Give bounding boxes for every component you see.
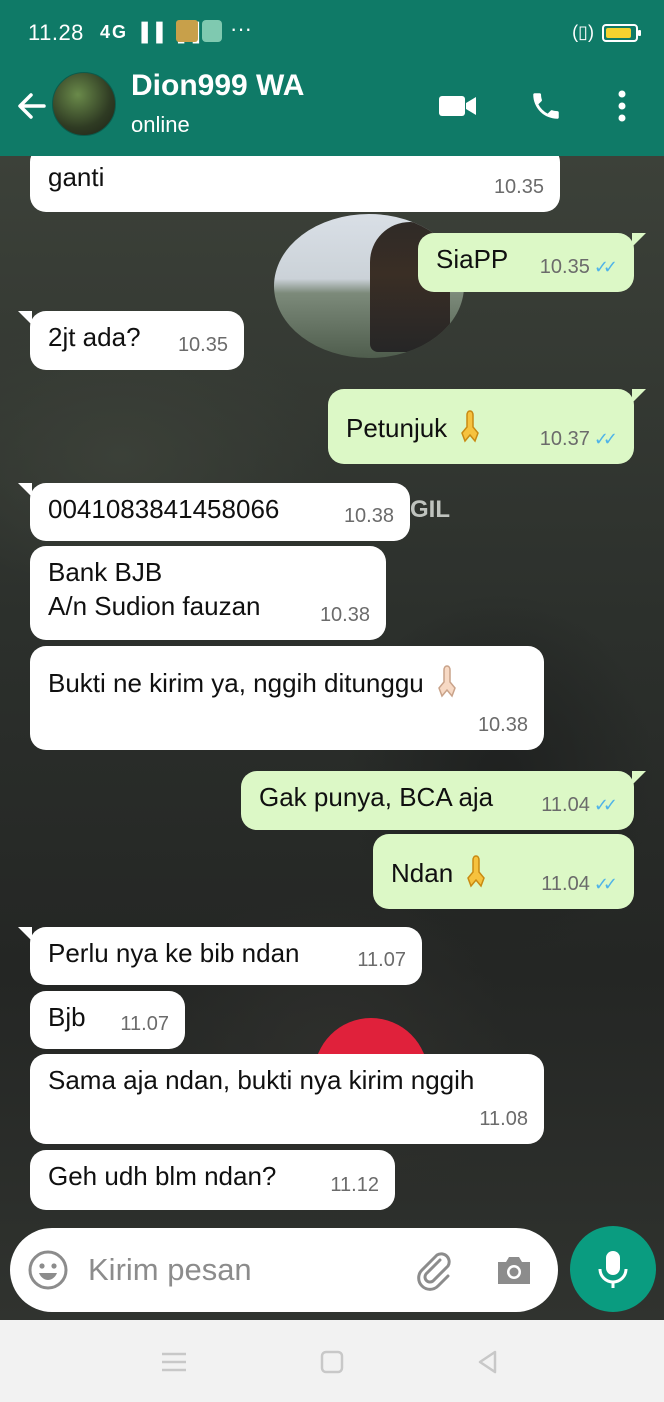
folded-hands-icon	[453, 407, 487, 451]
notification-app-icon-2	[202, 20, 222, 42]
folded-hands-icon	[430, 662, 464, 706]
message-meta: 10.35 ✓✓	[540, 250, 618, 284]
message-text: Perlu nya ke bib ndan	[48, 938, 300, 968]
message-meta: 11.08	[479, 1102, 528, 1136]
message-time: 10.35	[177, 334, 228, 356]
back-icon[interactable]	[468, 1342, 508, 1382]
message-time: 11.08	[479, 1108, 528, 1130]
message-time: 11.12	[330, 1174, 379, 1196]
video-call-icon[interactable]	[436, 86, 480, 126]
message-time: 10.38	[477, 714, 528, 736]
mic-icon[interactable]	[570, 1226, 656, 1312]
message-text: Sama aja ndan, bukti nya kirim nggih	[48, 1065, 475, 1095]
message-text: ganti	[48, 162, 105, 192]
message-bubble-outgoing[interactable]: Gak punya, BCA aja 11.04 ✓✓	[241, 771, 646, 830]
folded-hands-icon	[459, 852, 493, 896]
double-check-icon: ✓✓	[593, 795, 618, 815]
message-bubble-incoming[interactable]: Bukti ne kirim ya, nggih ditunggu 10.38	[30, 646, 544, 750]
vibrate-icon: (▯)	[572, 22, 594, 42]
message-time: 10.38	[319, 604, 370, 626]
battery-level	[606, 27, 632, 38]
double-check-icon: ✓✓	[593, 429, 618, 449]
contact-name[interactable]: Dion999 WA	[131, 69, 304, 103]
message-text: SiaPP	[436, 244, 509, 274]
message-text: Bjb	[48, 1002, 86, 1032]
voice-call-icon[interactable]	[524, 86, 568, 126]
message-bubble-incoming[interactable]: Bank BJB A/n Sudion fauzan 10.38	[30, 546, 386, 640]
double-check-icon: ✓✓	[593, 874, 618, 894]
chat-header: Dion999 WA online	[0, 66, 664, 156]
message-time: 11.04	[541, 873, 590, 895]
message-meta: 10.38	[320, 598, 370, 632]
message-time: 10.38	[343, 505, 394, 527]
message-meta: 10.38	[478, 708, 528, 742]
message-bubble-outgoing[interactable]: Ndan 11.04 ✓✓	[373, 834, 634, 909]
message-bubble-incoming[interactable]: Sama aja ndan, bukti nya kirim nggih 11.…	[30, 1054, 544, 1144]
message-bubble-incoming[interactable]: 2jt ada? 10.35	[18, 311, 244, 370]
message-bubble-incoming[interactable]: Perlu nya ke bib ndan 11.07	[18, 927, 422, 985]
menu-icon[interactable]	[154, 1342, 194, 1382]
message-meta: 11.04 ✓✓	[541, 867, 618, 901]
message-meta: 11.07	[120, 1007, 169, 1041]
message-time: 10.35	[493, 176, 544, 198]
message-bubble-incoming[interactable]: Bjb 11.07	[30, 991, 185, 1049]
message-meta: 10.37 ✓✓	[540, 422, 618, 456]
back-arrow-icon[interactable]	[14, 88, 50, 124]
status-bar: 11.28 4G ▐▐ ▐▐ ··· (▯)	[0, 0, 664, 66]
message-text: 2jt ada?	[48, 322, 141, 352]
contact-avatar[interactable]	[52, 72, 116, 136]
message-bubble-outgoing[interactable]: Petunjuk 10.37 ✓✓	[328, 389, 646, 464]
message-text: Gak punya, BCA aja	[259, 782, 494, 812]
more-notifications-icon: ···	[230, 16, 252, 41]
message-time: 10.37	[539, 428, 590, 450]
notification-app-icon	[176, 20, 198, 42]
more-options-icon[interactable]	[600, 86, 644, 126]
message-text: Bukti ne kirim ya, nggih ditunggu	[48, 668, 424, 698]
message-composer	[10, 1228, 558, 1312]
message-meta: 11.07	[357, 943, 406, 977]
message-meta: 10.38	[344, 499, 394, 533]
message-bubble-outgoing[interactable]: SiaPP 10.35 ✓✓	[418, 233, 646, 292]
attach-icon[interactable]	[412, 1248, 456, 1292]
message-time: 11.07	[357, 949, 406, 971]
message-meta: 11.04 ✓✓	[541, 788, 618, 822]
battery-icon	[602, 23, 641, 42]
message-time: 10.35	[539, 256, 590, 278]
message-text: Ndan	[391, 858, 454, 888]
background-text: GIL	[410, 496, 450, 523]
message-meta: 10.35	[178, 328, 228, 362]
chat-area[interactable]: GIL ganti 10.35 SiaPP 10.35 ✓✓ 2jt ada? 1…	[0, 156, 664, 1320]
home-icon[interactable]	[312, 1342, 352, 1382]
message-bubble-incoming[interactable]: ganti 10.35	[30, 156, 560, 212]
camera-icon[interactable]	[492, 1248, 536, 1292]
message-time-wrap: 10.35	[494, 170, 544, 204]
status-time: 11.28	[28, 20, 84, 45]
message-text: Geh udh blm ndan?	[48, 1161, 277, 1191]
message-text: 0041083841458066	[48, 494, 280, 524]
message-time: 11.07	[120, 1013, 169, 1035]
message-text: Petunjuk	[346, 413, 448, 443]
message-input[interactable]	[88, 1246, 388, 1294]
contact-status: online	[131, 112, 190, 137]
message-bubble-incoming[interactable]: 0041083841458066 10.38	[18, 483, 410, 541]
emoji-icon[interactable]	[26, 1248, 70, 1292]
system-nav-bar	[0, 1320, 664, 1402]
message-bubble-incoming[interactable]: Geh udh blm ndan? 11.12	[30, 1150, 395, 1210]
double-check-icon: ✓✓	[593, 257, 618, 277]
message-meta: 11.12	[330, 1168, 379, 1202]
message-time: 11.04	[541, 794, 590, 816]
